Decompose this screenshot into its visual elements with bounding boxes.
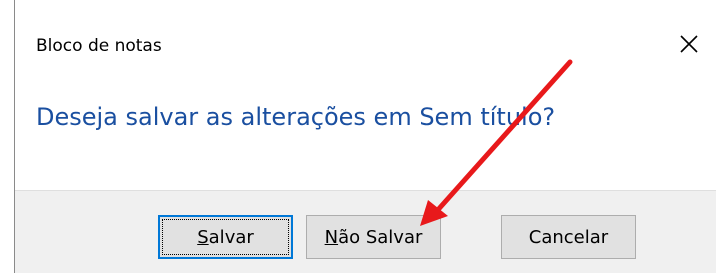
dialog-message: Deseja salvar as alterações em Sem títul… bbox=[36, 103, 556, 131]
save-button[interactable]: Salvar bbox=[158, 215, 293, 259]
save-label-rest: alvar bbox=[208, 226, 254, 248]
dont-save-label-rest: ão Salvar bbox=[338, 226, 423, 248]
dont-save-button[interactable]: Não Salvar bbox=[306, 215, 441, 259]
cancel-button[interactable]: Cancelar bbox=[501, 215, 636, 259]
save-accelerator: S bbox=[197, 226, 209, 248]
close-icon bbox=[680, 35, 698, 53]
dialog-title: Bloco de notas bbox=[36, 36, 162, 56]
save-button-label: Salvar bbox=[197, 227, 254, 248]
cancel-button-label: Cancelar bbox=[528, 226, 609, 248]
dont-save-button-label: Não Salvar bbox=[325, 227, 423, 248]
title-bar: Bloco de notas bbox=[15, 0, 716, 90]
dont-save-accelerator: N bbox=[324, 226, 339, 248]
close-button[interactable] bbox=[671, 26, 707, 62]
